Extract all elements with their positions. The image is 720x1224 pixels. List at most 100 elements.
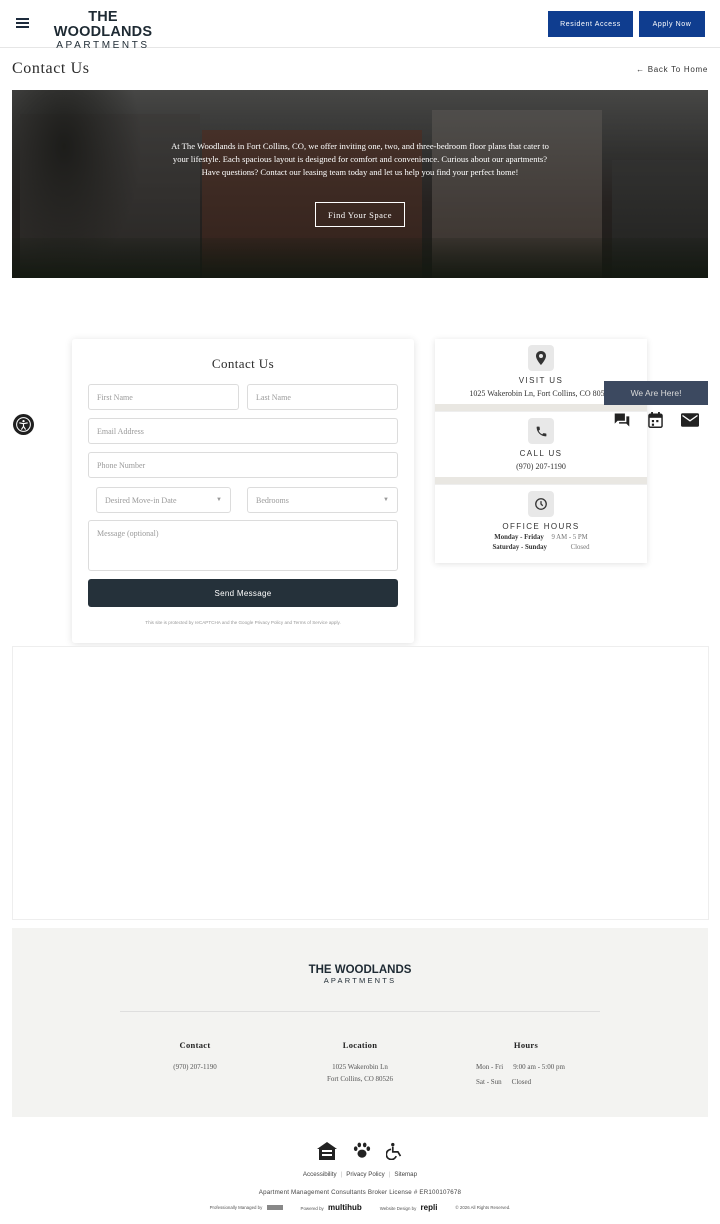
info-divider bbox=[435, 477, 647, 484]
company-license-line: Apartment Management Consultants Broker … bbox=[258, 1189, 462, 1196]
managed-by-credit[interactable]: Professionally Managed by bbox=[209, 1204, 283, 1211]
design-by-credit[interactable]: Website Design by repli bbox=[380, 1203, 438, 1212]
managed-by-text: Professionally Managed by bbox=[209, 1204, 263, 1210]
weekday-hours: 9 AM - 5 PM bbox=[551, 534, 588, 541]
footer-contact-heading: Contact bbox=[179, 1040, 211, 1050]
pet-friendly-icon bbox=[353, 1142, 371, 1164]
bedrooms-value: Bedrooms bbox=[256, 495, 289, 505]
weekday-label: Monday - Friday bbox=[494, 534, 544, 541]
accessibility-button[interactable] bbox=[13, 414, 34, 435]
call-us-heading: CALL US bbox=[519, 449, 563, 458]
page-title: Contact Us bbox=[12, 60, 90, 77]
recaptcha-and: and bbox=[284, 620, 293, 625]
move-in-date-select[interactable]: Desired Move-in Date ▼ bbox=[96, 487, 231, 513]
email-input[interactable]: Email Address bbox=[88, 418, 398, 444]
footer-location-heading: Location bbox=[342, 1040, 378, 1050]
contact-info-card: VISIT US 1025 Wakerobin Ln, Fort Collins… bbox=[435, 339, 647, 563]
footer-hours-value: Closed bbox=[511, 1077, 532, 1086]
footer-hours-list: Mon - Fri 9:00 am - 5:00 pm Sat - Sun Clos… bbox=[466, 1062, 586, 1088]
logo-title: THE WOODLANDS bbox=[53, 9, 153, 40]
phone-link[interactable]: (970) 207-1190 bbox=[435, 462, 647, 471]
footer-location-column: Location 1025 Wakerobin Ln Fort Collins,… bbox=[315, 1040, 405, 1085]
footer-address-line1: 1025 Wakerobin Ln bbox=[332, 1063, 388, 1071]
powered-by-credit[interactable]: Powered by multihub bbox=[301, 1203, 362, 1212]
back-to-home-link[interactable]: ← Back To Home bbox=[636, 65, 708, 74]
footer-hours-day: Sat - Sun bbox=[476, 1077, 502, 1086]
compliance-icons bbox=[317, 1141, 403, 1165]
wheelchair-accessibility-icon bbox=[385, 1142, 403, 1165]
last-name-input[interactable]: Last Name bbox=[247, 384, 398, 410]
footer-hours-row: Mon - Fri 9:00 am - 5:00 pm bbox=[476, 1062, 586, 1074]
site-header: THE WOODLANDS APARTMENTS Resident Access… bbox=[0, 0, 720, 52]
footer-links: Accessibility | Privacy Policy | Sitemap bbox=[0, 1171, 720, 1178]
copyright-text: © 2026 All Rights Reserved. bbox=[455, 1205, 511, 1210]
footer-hours-heading: Hours bbox=[513, 1040, 539, 1050]
office-hours-heading: OFFICE HOURS bbox=[502, 522, 580, 531]
repli-logo: repli bbox=[420, 1203, 438, 1212]
clock-icon bbox=[528, 491, 554, 517]
hero-overlay bbox=[12, 90, 708, 278]
footer-hours-column: Hours Mon - Fri 9:00 am - 5:00 pm Sat - S… bbox=[466, 1040, 586, 1088]
chevron-down-icon: ▼ bbox=[383, 497, 389, 503]
chat-icon[interactable] bbox=[613, 412, 631, 433]
footer-phone-link[interactable]: (970) 207-1190 bbox=[150, 1062, 240, 1074]
weekend-hours: Closed bbox=[570, 544, 590, 551]
footer-logo[interactable]: THE WOODLANDS APARTMENTS bbox=[12, 964, 708, 985]
sitemap-link[interactable]: Sitemap bbox=[394, 1171, 417, 1178]
footer-credits: Professionally Managed by Powered by mul… bbox=[0, 1203, 720, 1212]
resident-access-button[interactable]: Resident Access bbox=[548, 11, 633, 37]
footer-logo-title: THE WOODLANDS bbox=[308, 964, 412, 976]
footer-logo-subtitle: APARTMENTS bbox=[323, 976, 397, 985]
footer-contact-column: Contact (970) 207-1190 bbox=[150, 1040, 240, 1074]
footer-address-link[interactable]: 1025 Wakerobin Ln Fort Collins, CO 80526 bbox=[315, 1062, 405, 1085]
find-your-space-button[interactable]: Find Your Space bbox=[315, 202, 405, 227]
design-by-text: Website Design by bbox=[379, 1206, 417, 1211]
recaptcha-text: This site is protected by reCAPTCHA and … bbox=[145, 620, 254, 625]
send-message-button[interactable]: Send Message bbox=[88, 579, 398, 607]
widget-icons bbox=[604, 407, 708, 437]
site-footer: THE WOODLANDS APARTMENTS Contact (970) 2… bbox=[12, 928, 708, 1117]
first-name-input[interactable]: First Name bbox=[88, 384, 239, 410]
bedrooms-select[interactable]: Bedrooms ▼ bbox=[247, 487, 398, 513]
weekend-hours-row: Saturday - Sunday Closed bbox=[435, 544, 647, 551]
move-in-date-value: Desired Move-in Date bbox=[105, 495, 177, 505]
weekday-hours-row: Monday - Friday 9 AM - 5 PM bbox=[435, 534, 647, 541]
recaptcha-notice: This site is protected by reCAPTCHA and … bbox=[88, 620, 398, 625]
message-textarea[interactable]: Message (optional) bbox=[88, 520, 398, 571]
hero-description: At The Woodlands in Fort Collins, CO, we… bbox=[171, 141, 549, 178]
privacy-policy-link[interactable]: Privacy Policy bbox=[255, 620, 284, 625]
menu-icon[interactable] bbox=[16, 18, 29, 28]
link-separator: | bbox=[340, 1171, 343, 1178]
terms-of-service-link[interactable]: Terms of Service bbox=[293, 620, 327, 625]
recaptcha-apply: apply. bbox=[328, 620, 341, 625]
site-logo[interactable]: THE WOODLANDS APARTMENTS bbox=[40, 9, 166, 52]
equal-housing-icon bbox=[317, 1141, 337, 1165]
chevron-down-icon: ▼ bbox=[216, 497, 222, 503]
amc-logo-icon bbox=[266, 1205, 283, 1211]
hero-banner: At The Woodlands in Fort Collins, CO, we… bbox=[12, 90, 708, 278]
calendar-icon[interactable] bbox=[648, 411, 664, 433]
footer-hours-day: Mon - Fri bbox=[476, 1063, 504, 1071]
mail-icon[interactable] bbox=[681, 412, 700, 432]
multihub-logo: multihub bbox=[327, 1203, 362, 1212]
phone-input[interactable]: Phone Number bbox=[88, 452, 398, 478]
logo-subtitle: APARTMENTS bbox=[56, 40, 150, 51]
footer-address-line2: Fort Collins, CO 80526 bbox=[326, 1074, 394, 1083]
we-are-here-label[interactable]: We Are Here! bbox=[604, 381, 708, 405]
powered-by-text: Powered by bbox=[300, 1206, 324, 1211]
accessibility-link[interactable]: Accessibility bbox=[303, 1171, 337, 1178]
office-hours-section: OFFICE HOURS Monday - Friday 9 AM - 5 PM… bbox=[435, 484, 647, 563]
footer-hours-row: Sat - Sun Closed bbox=[476, 1077, 586, 1089]
location-map[interactable] bbox=[12, 646, 709, 920]
privacy-policy-footer-link[interactable]: Privacy Policy bbox=[346, 1171, 385, 1178]
footer-hours-value: 9:00 am - 5:00 pm bbox=[513, 1063, 565, 1071]
apply-now-button[interactable]: Apply Now bbox=[639, 11, 705, 37]
form-title: Contact Us bbox=[211, 356, 275, 371]
link-separator: | bbox=[388, 1171, 391, 1178]
contact-form: Contact Us First Name Last Name Email Ad… bbox=[72, 339, 414, 643]
accessibility-icon bbox=[16, 417, 31, 432]
weekend-label: Saturday - Sunday bbox=[492, 544, 547, 551]
contact-widget: We Are Here! bbox=[604, 381, 708, 438]
footer-divider bbox=[120, 1011, 600, 1012]
phone-icon bbox=[528, 418, 554, 444]
